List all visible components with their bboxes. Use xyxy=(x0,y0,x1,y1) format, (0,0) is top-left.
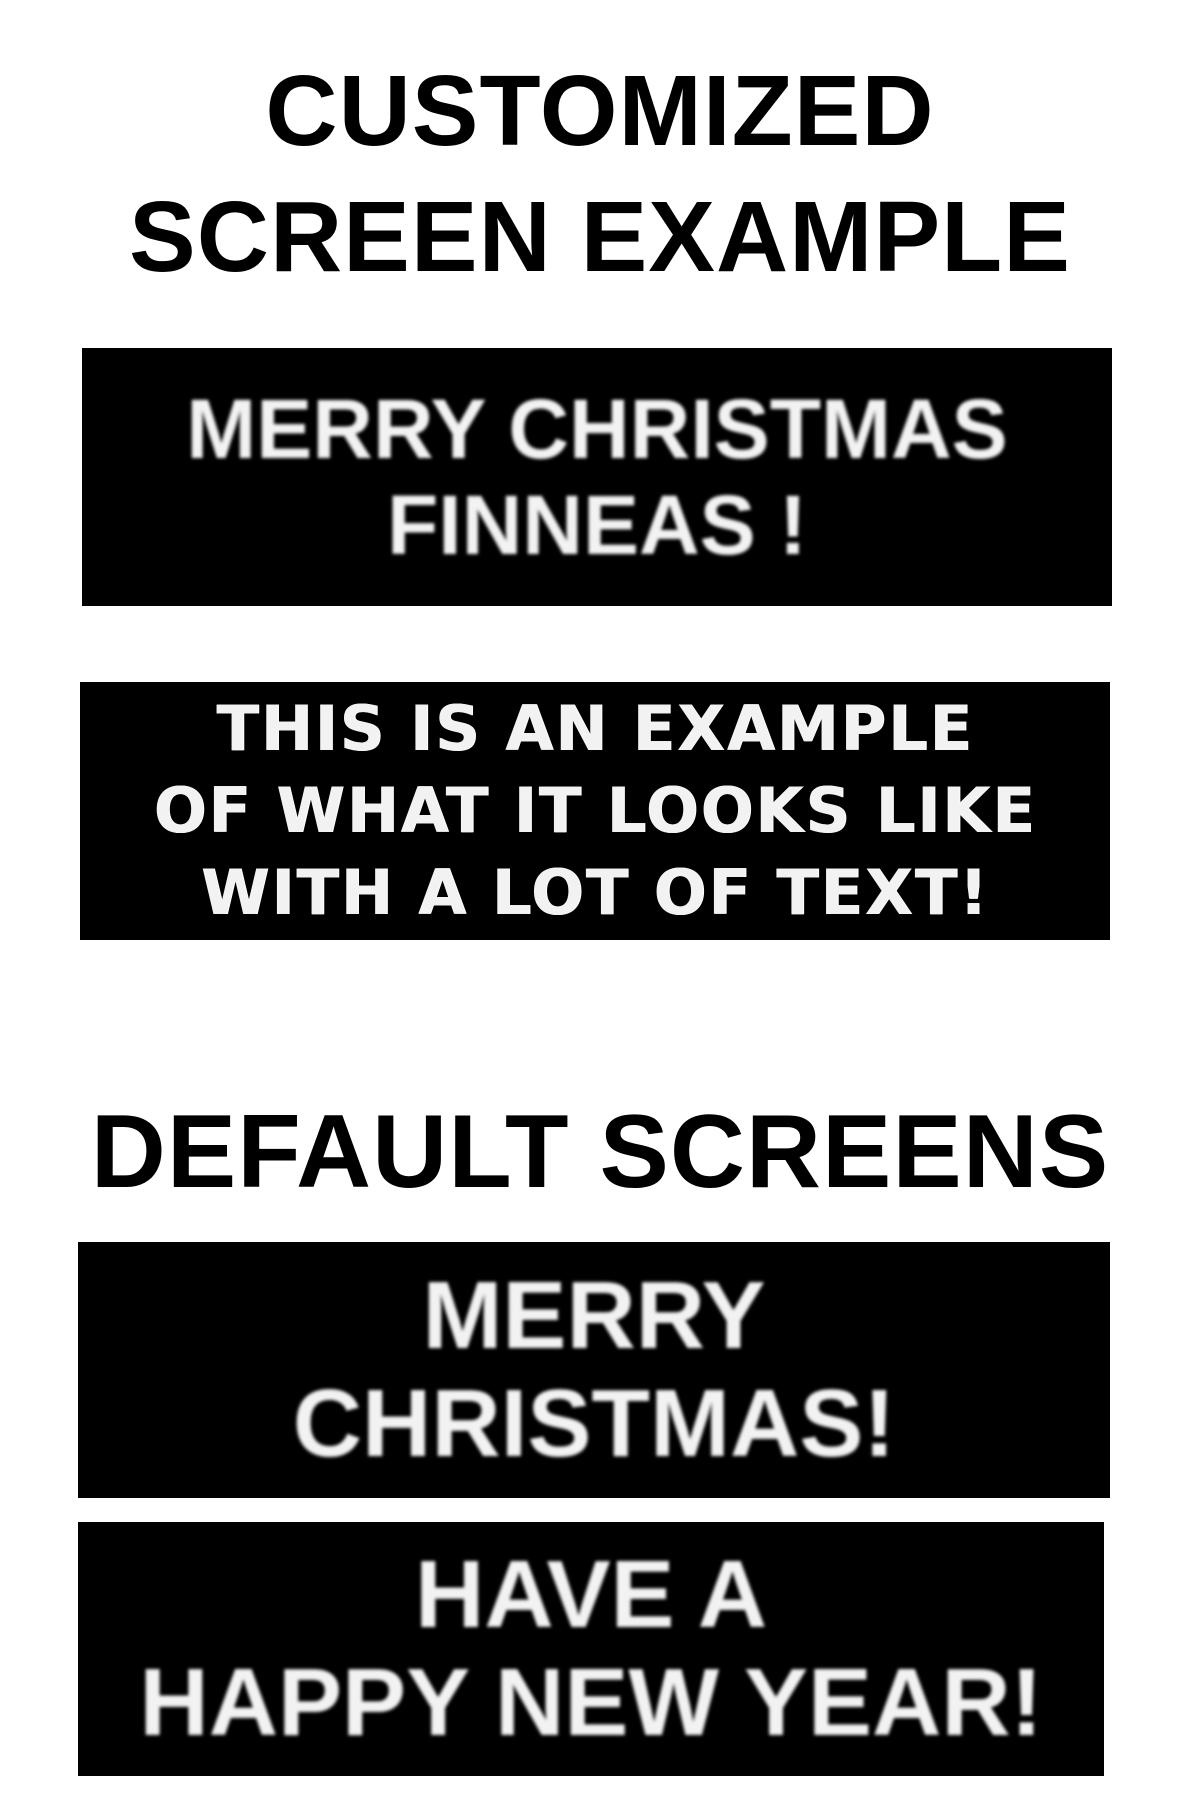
screen-text-line: CHRISTMAS! xyxy=(292,1370,896,1477)
screen-text-line: HAPPY NEW YEAR! xyxy=(139,1649,1043,1756)
screen-text-line: THIS IS AN EXAMPLE xyxy=(216,692,974,765)
default-screens-heading: DEFAULT SCREENS xyxy=(0,1090,1200,1214)
screen-text-line: WITH A LOT OF TEXT! xyxy=(200,856,990,929)
heading-line: CUSTOMIZED xyxy=(265,55,935,167)
screen-text-line: MERRY CHRISTMAS xyxy=(186,382,1008,476)
custom-screen-long-text-example: THIS IS AN EXAMPLE OF WHAT IT LOOKS LIKE… xyxy=(80,682,1110,940)
heading-line: DEFAULT SCREENS xyxy=(90,1094,1110,1210)
customized-screen-heading: CUSTOMIZED SCREEN EXAMPLE xyxy=(0,48,1200,300)
default-screen-merry-christmas: MERRY CHRISTMAS! xyxy=(78,1242,1110,1498)
screen-text-line: MERRY xyxy=(422,1262,766,1369)
heading-line: SCREEN EXAMPLE xyxy=(129,181,1071,293)
screen-text-line: HAVE A xyxy=(414,1541,768,1648)
custom-screen-merry-christmas-finneas: MERRY CHRISTMAS FINNEAS ! xyxy=(82,348,1112,606)
default-screen-happy-new-year: HAVE A HAPPY NEW YEAR! xyxy=(78,1522,1104,1776)
screen-text-line: OF WHAT IT LOOKS LIKE xyxy=(153,774,1037,847)
screen-text-line: FINNEAS ! xyxy=(387,478,807,572)
